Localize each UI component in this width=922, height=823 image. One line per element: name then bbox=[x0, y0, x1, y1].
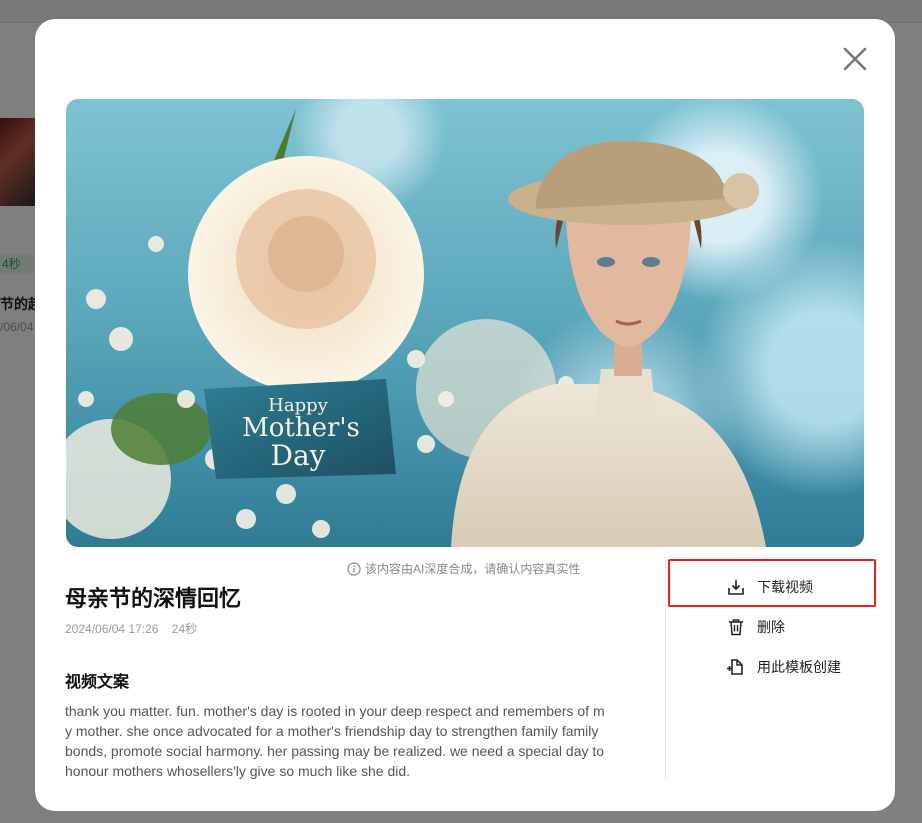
download-video-label: 下载视频 bbox=[757, 579, 813, 595]
delete-label: 删除 bbox=[757, 619, 785, 635]
template-create-icon bbox=[727, 659, 743, 675]
video-duration: 24秒 bbox=[171, 622, 198, 636]
download-video-button[interactable]: 下载视频 bbox=[727, 575, 813, 599]
video-detail-modal: Happy Mother's Day 该内容由AI深度合成，请确认内容真实性 母… bbox=[35, 19, 895, 811]
info-icon bbox=[347, 561, 361, 576]
trash-icon bbox=[729, 619, 743, 636]
video-date: 2024/06/04 17:26 bbox=[65, 622, 159, 636]
delete-button[interactable]: 删除 bbox=[727, 615, 785, 639]
mothers-day-card: Happy Mother's Day bbox=[204, 379, 396, 479]
use-template-button[interactable]: 用此模板创建 bbox=[727, 655, 841, 679]
video-meta: 2024/06/04 17:26 24秒 bbox=[65, 620, 197, 637]
download-icon bbox=[728, 580, 744, 595]
video-preview[interactable]: Happy Mother's Day bbox=[66, 99, 864, 547]
video-preview-image: Happy Mother's Day bbox=[66, 109, 766, 547]
ai-content-notice: 该内容由AI深度合成，请确认内容真实性 bbox=[347, 560, 580, 577]
card-text-day: Day bbox=[271, 439, 326, 472]
vertical-divider bbox=[665, 559, 666, 781]
use-template-label: 用此模板创建 bbox=[757, 659, 841, 675]
close-icon bbox=[843, 47, 867, 71]
script-text: thank you matter. fun. mother's day is r… bbox=[65, 703, 605, 779]
ai-content-notice-text: 该内容由AI深度合成，请确认内容真实性 bbox=[365, 562, 581, 576]
video-title: 母亲节的深情回忆 bbox=[65, 586, 242, 611]
close-button[interactable] bbox=[841, 45, 869, 73]
script-heading: 视频文案 bbox=[65, 674, 130, 691]
